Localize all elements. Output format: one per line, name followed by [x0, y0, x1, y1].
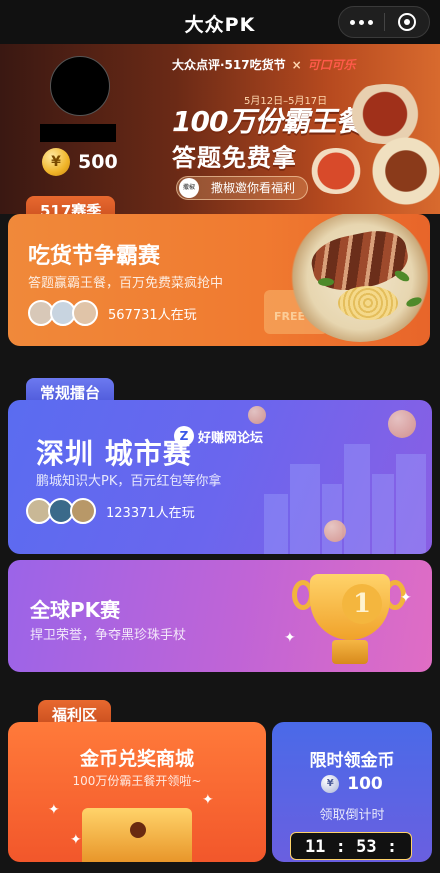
- reward-amount: 100: [347, 774, 383, 794]
- header-banner: ¥ 500 大众点评·517吃货节 × 可口可乐 5月12日–5月17日 100…: [0, 44, 440, 214]
- card-title: 限时领金币: [309, 751, 395, 771]
- coin-bubble-decoration: [248, 406, 266, 424]
- food-plate-image: [340, 84, 430, 144]
- promo-partner: 可口可乐: [307, 58, 356, 72]
- sparkle-icon: ✦: [400, 590, 412, 606]
- herb-decoration: [318, 278, 334, 286]
- card-subtitle: 捍卫荣誉，争夺黑珍珠手杖: [30, 628, 187, 643]
- card-subtitle: 领取倒计时: [319, 808, 385, 823]
- promo-brand-row: 大众点评·517吃货节 × 可口可乐: [172, 56, 356, 73]
- top-bar: 大众PK: [0, 0, 440, 44]
- players-row: 123371人在玩: [26, 498, 195, 524]
- trophy-icon: 1: [292, 574, 406, 670]
- countdown-timer: 11 : 53 : 09: [290, 832, 412, 860]
- coin-icon: ¥: [42, 148, 70, 176]
- skyline-decoration: [322, 484, 342, 554]
- promo-pill-label: 撒椒邀你看福利: [211, 181, 296, 195]
- players-row: 567731人在玩: [28, 300, 197, 326]
- card-subtitle: 鹏城知识大PK，百元红包等你拿: [36, 474, 222, 489]
- sparkle-icon: ✦: [48, 802, 60, 818]
- promo-brand: 大众点评·517吃货节: [172, 58, 286, 72]
- skyline-decoration: [264, 494, 288, 554]
- coin-bubble-decoration: [388, 410, 416, 438]
- chest-lock-icon: [130, 822, 146, 838]
- promo-subheadline: 答题免费拿: [172, 144, 297, 172]
- skyline-decoration: [396, 454, 426, 554]
- player-avatar: [72, 300, 98, 326]
- promo-headline: 100万份霸王餐: [172, 105, 363, 138]
- foodie-contest-card[interactable]: 吃货节争霸赛 答题赢霸王餐，百万免费菜疯抢中 567731人在玩 FREE: [8, 214, 430, 346]
- food-bowl-image: [308, 148, 364, 194]
- trophy-base: [332, 640, 368, 664]
- dot-icon: [349, 19, 355, 25]
- promo-banner[interactable]: 大众点评·517吃货节 × 可口可乐 5月12日–5月17日 100万份霸王餐 …: [160, 44, 440, 214]
- food-plate-image: [366, 136, 440, 206]
- coin-amount: 500: [78, 151, 118, 173]
- dot-icon: [358, 19, 364, 25]
- skyline-decoration: [290, 464, 320, 554]
- players-count: 123371人在玩: [106, 505, 195, 521]
- card-title: 金币兑奖商城: [79, 748, 194, 770]
- reward-coins: ¥ 100: [272, 774, 432, 794]
- card-title: 全球PK赛: [30, 598, 121, 622]
- close-miniprogram-button[interactable]: [384, 7, 429, 37]
- trophy-number: 1: [342, 584, 382, 624]
- sparkle-icon: ✦: [202, 792, 214, 808]
- global-contest-card[interactable]: 全球PK赛 捍卫荣誉，争夺黑珍珠手杖 1 ✦ ✦: [8, 560, 432, 672]
- card-subtitle: 答题赢霸王餐，百万免费菜疯抢中: [28, 276, 224, 291]
- card-title: 深圳 城市赛: [36, 437, 192, 470]
- coin-balance[interactable]: ¥ 500: [42, 148, 118, 176]
- coin-store-card[interactable]: 金币兑奖商城 100万份霸王餐开领啦~ ✦ ✦ ✦: [8, 722, 266, 862]
- coin-bubble-decoration: [324, 520, 346, 542]
- promo-pill[interactable]: 撒椒 撒椒邀你看福利: [176, 176, 309, 200]
- limited-coin-card[interactable]: 限时领金币 ¥ 100 领取倒计时 11 : 53 : 09: [272, 722, 432, 862]
- coin-icon: ¥: [321, 775, 340, 793]
- player-avatar: [70, 498, 96, 524]
- skyline-decoration: [372, 474, 394, 554]
- trophy-cup: 1: [310, 574, 390, 640]
- mini-program-capsule: [338, 6, 430, 38]
- target-icon: [397, 13, 416, 31]
- more-menu-button[interactable]: [339, 7, 384, 37]
- skyline-decoration: [344, 444, 370, 554]
- card-title: 吃货节争霸赛: [28, 244, 161, 269]
- username-redacted: [40, 124, 116, 142]
- promo-cross: ×: [291, 57, 302, 72]
- city-contest-card[interactable]: Z 好赚网论坛 深圳 城市赛 鹏城知识大PK，百元红包等你拿 123371人在玩: [8, 400, 432, 554]
- card-subtitle: 100万份霸王餐开领啦~: [72, 774, 202, 788]
- dot-icon: [367, 19, 373, 25]
- sparkle-icon: ✦: [70, 832, 82, 848]
- pasta-image: [338, 286, 398, 320]
- sparkle-icon: ✦: [284, 630, 296, 646]
- watermark-text: 好赚网论坛: [198, 430, 264, 446]
- players-count: 567731人在玩: [108, 307, 197, 323]
- avatar[interactable]: [50, 56, 110, 116]
- sajiao-logo: 撒椒: [179, 178, 199, 198]
